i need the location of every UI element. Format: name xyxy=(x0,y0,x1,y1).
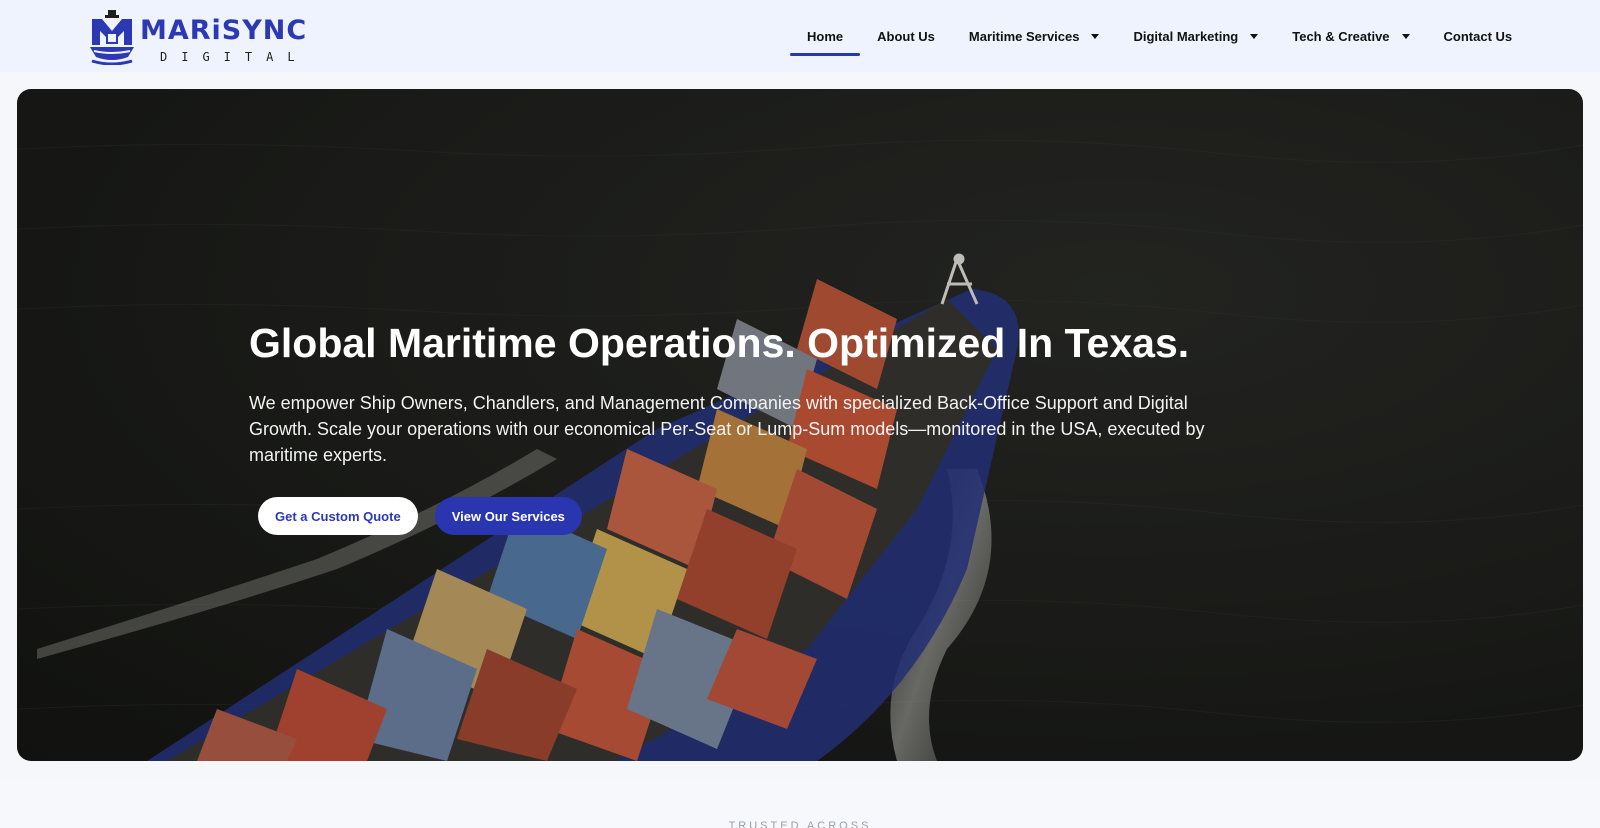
nav-item-tech-creative[interactable]: Tech & Creative xyxy=(1275,0,1426,72)
hero-actions: Get a Custom Quote View Our Services xyxy=(258,497,1229,536)
caret-down-icon xyxy=(1401,34,1410,39)
site-header: MARiSYNC DIGITAL Home About Us Maritime … xyxy=(0,0,1600,72)
hero-title: Global Maritime Operations. Optimized In… xyxy=(249,320,1190,366)
brand-name: MARiSYNC xyxy=(140,15,308,46)
caret-down-icon xyxy=(1091,34,1100,39)
hero-content: Global Maritime Operations. Optimized In… xyxy=(249,320,1229,536)
caret-down-icon xyxy=(1250,34,1259,39)
nav-label: About Us xyxy=(877,28,935,44)
nav-item-contact-us[interactable]: Contact Us xyxy=(1427,0,1530,72)
hero-section: Global Maritime Operations. Optimized In… xyxy=(17,89,1583,761)
nav-label: Home xyxy=(807,28,844,44)
nav-item-digital-marketing[interactable]: Digital Marketing xyxy=(1116,0,1275,72)
nav-item-maritime-services[interactable]: Maritime Services xyxy=(952,0,1117,72)
main-nav: Home About Us Maritime Services Digital … xyxy=(790,0,1529,72)
get-quote-button[interactable]: Get a Custom Quote xyxy=(258,497,418,536)
nav-item-about-us[interactable]: About Us xyxy=(860,0,952,72)
nav-item-home[interactable]: Home xyxy=(790,0,861,72)
nav-label: Contact Us xyxy=(1443,28,1513,44)
brand-logo[interactable]: MARiSYNC DIGITAL xyxy=(88,9,306,65)
view-services-button[interactable]: View Our Services xyxy=(434,497,582,536)
nav-label: Tech & Creative xyxy=(1292,28,1390,44)
ship-logo-icon xyxy=(90,10,134,65)
nav-label: Digital Marketing xyxy=(1133,28,1239,44)
brand-tagline: DIGITAL xyxy=(160,50,309,64)
section-eyebrow: TRUSTED ACROSS xyxy=(728,820,872,828)
nav-label: Maritime Services xyxy=(968,28,1080,44)
hero-subtitle: We empower Ship Owners, Chandlers, and M… xyxy=(249,393,1205,466)
